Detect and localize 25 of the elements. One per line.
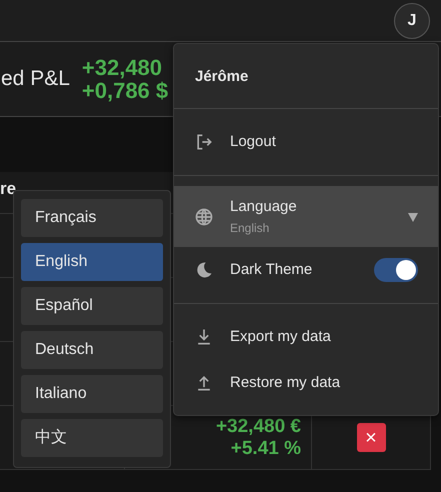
language-label: Language	[230, 197, 297, 218]
user-name: Jérôme	[174, 44, 438, 109]
menu-item[interactable]: Logout	[174, 119, 438, 165]
globe-icon	[194, 206, 214, 226]
menu-item[interactable]: Restore my data	[174, 360, 438, 406]
language-option[interactable]: Deutsch	[21, 331, 163, 369]
language-select[interactable]: Language English	[174, 186, 438, 247]
pnl-amount: +32,480 €	[216, 416, 301, 438]
pnl-value: +32,480	[82, 56, 164, 79]
language-option[interactable]: Italiano	[21, 375, 163, 413]
language-option[interactable]: English	[21, 243, 163, 281]
column-header: re	[0, 178, 16, 200]
pnl-value: +0,786 $	[82, 79, 168, 102]
avatar-button[interactable]: J	[394, 2, 430, 38]
caret-icon	[408, 212, 418, 222]
pnl-label: ed P&L	[1, 66, 70, 92]
language-option[interactable]: Français	[21, 199, 163, 237]
theme-label: Dark Theme	[230, 260, 312, 280]
toggle-switch[interactable]	[374, 258, 418, 282]
language-value: English	[230, 220, 270, 237]
menu-item[interactable]: Export my data	[174, 314, 438, 360]
language-option[interactable]: 中文	[21, 419, 163, 457]
delete-button[interactable]: ×	[356, 423, 386, 452]
pnl-percent: +5.41 %	[230, 438, 301, 460]
language-option[interactable]: Español	[21, 287, 163, 325]
